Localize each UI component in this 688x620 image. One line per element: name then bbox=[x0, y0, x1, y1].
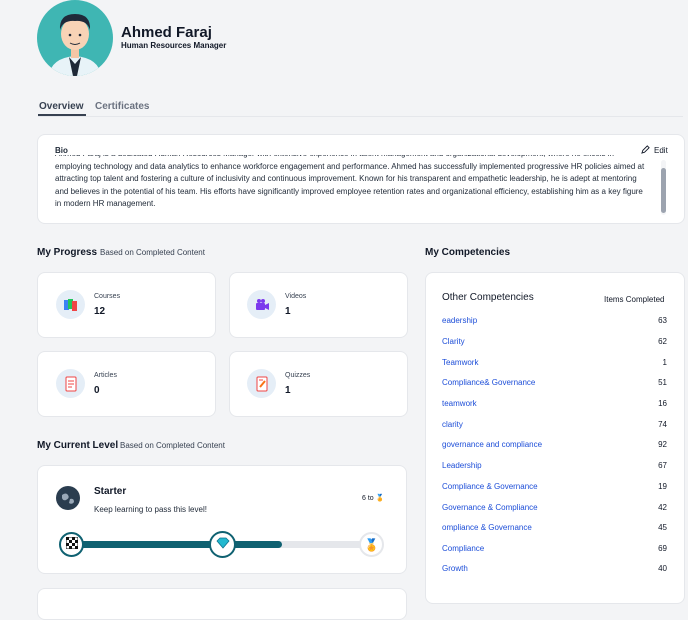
checkered-flag-icon bbox=[65, 536, 78, 554]
competency-name: ompliance & Governance bbox=[442, 523, 532, 532]
diamond-icon bbox=[215, 536, 230, 554]
stat-label: Articles bbox=[94, 372, 117, 379]
globe-icon bbox=[56, 486, 80, 510]
competency-name: governance and compliance bbox=[442, 440, 543, 449]
progress-title: My Progress bbox=[37, 247, 98, 258]
competency-count: 45 bbox=[658, 523, 667, 532]
competency-count: 62 bbox=[658, 337, 667, 346]
stat-value: 1 bbox=[285, 385, 291, 396]
competency-count: 40 bbox=[658, 564, 667, 573]
competency-count: 74 bbox=[658, 420, 667, 429]
stat-label: Courses bbox=[94, 293, 121, 300]
bio-scrollbar-thumb[interactable] bbox=[661, 168, 666, 213]
medal-icon: 🏅 bbox=[364, 537, 379, 552]
competency-row[interactable]: ompliance & Governance 45 bbox=[442, 523, 667, 532]
level-progress-fill bbox=[72, 541, 282, 548]
current-node bbox=[209, 531, 236, 558]
profile-name: Ahmed Faraj bbox=[121, 24, 212, 41]
tab-certificates[interactable]: Certificates bbox=[95, 101, 149, 112]
stat-label: Quizzes bbox=[285, 372, 311, 379]
competency-row[interactable]: Growth 40 bbox=[442, 564, 667, 573]
competency-name: Teamwork bbox=[442, 358, 479, 367]
avatar bbox=[37, 0, 113, 76]
stat-value: 0 bbox=[94, 385, 100, 396]
competency-name: Compliance & Governance bbox=[442, 482, 538, 491]
competency-name: Governance & Compliance bbox=[442, 503, 538, 512]
competency-row[interactable]: teamwork 16 bbox=[442, 399, 667, 408]
quizzes-icon bbox=[247, 369, 276, 398]
start-node bbox=[59, 532, 84, 557]
stat-label: Videos bbox=[285, 293, 307, 300]
competency-count: 19 bbox=[658, 482, 667, 491]
competencies-header: Other Competencies bbox=[442, 292, 534, 303]
competency-row[interactable]: Compliance 69 bbox=[442, 544, 667, 553]
bio-text: Ahmed Faraj is a dedicated Human Resourc… bbox=[55, 155, 645, 208]
competency-name: eadership bbox=[442, 316, 478, 325]
competency-name: clarity bbox=[442, 420, 463, 429]
videos-icon bbox=[247, 290, 276, 319]
competency-name: Leadership bbox=[442, 461, 482, 470]
competency-row[interactable]: Teamwork 1 bbox=[442, 358, 667, 367]
competency-row[interactable]: Compliance& Governance 51 bbox=[442, 378, 667, 387]
profile-role: Human Resources Manager bbox=[121, 41, 227, 50]
next-level-indicator: 6 to 🏅 bbox=[362, 494, 384, 502]
bio-title: Bio bbox=[55, 146, 68, 155]
tabs-divider bbox=[38, 116, 683, 117]
edit-label: Edit bbox=[654, 146, 668, 155]
competency-count: 92 bbox=[658, 440, 667, 449]
tab-overview[interactable]: Overview bbox=[39, 101, 83, 112]
next-level-text: 6 to bbox=[362, 495, 374, 502]
stat-value: 1 bbox=[285, 306, 291, 317]
competency-count: 16 bbox=[658, 399, 667, 408]
competency-row[interactable]: clarity 74 bbox=[442, 420, 667, 429]
articles-icon bbox=[56, 369, 85, 398]
competency-name: Compliance& Governance bbox=[442, 378, 536, 387]
next-card bbox=[37, 588, 407, 620]
competency-name: Compliance bbox=[442, 544, 485, 553]
competency-count: 51 bbox=[658, 378, 667, 387]
courses-icon bbox=[56, 290, 85, 319]
level-description: Keep learning to pass this level! bbox=[94, 505, 207, 514]
competencies-title: My Competencies bbox=[425, 247, 511, 258]
competency-count: 42 bbox=[658, 503, 667, 512]
level-name: Starter bbox=[94, 486, 127, 497]
medal-icon: 🏅 bbox=[375, 495, 385, 502]
competency-row[interactable]: Clarity 62 bbox=[442, 337, 667, 346]
competency-count: 69 bbox=[658, 544, 667, 553]
active-tab-indicator bbox=[38, 114, 86, 116]
competency-row[interactable]: eadership 63 bbox=[442, 316, 667, 325]
competency-name: Clarity bbox=[442, 337, 465, 346]
competency-row[interactable]: governance and compliance 92 bbox=[442, 440, 667, 449]
competency-row[interactable]: Leadership 67 bbox=[442, 461, 667, 470]
competency-name: teamwork bbox=[442, 399, 477, 408]
competency-count: 67 bbox=[658, 461, 667, 470]
competency-name: Growth bbox=[442, 564, 468, 573]
competency-row[interactable]: Compliance & Governance 19 bbox=[442, 482, 667, 491]
progress-subtitle: Based on Completed Content bbox=[100, 248, 205, 257]
competency-count: 1 bbox=[662, 358, 667, 367]
bio-text-container[interactable]: Ahmed Faraj is a dedicated Human Resourc… bbox=[55, 155, 651, 217]
items-completed-header: Items Completed bbox=[604, 295, 665, 304]
competency-count: 63 bbox=[658, 316, 667, 325]
level-section-title: My Current Level bbox=[37, 440, 119, 451]
competency-row[interactable]: Governance & Compliance 42 bbox=[442, 503, 667, 512]
stat-value: 12 bbox=[94, 306, 106, 317]
end-node: 🏅 bbox=[359, 532, 384, 557]
level-section-subtitle: Based on Completed Content bbox=[120, 441, 225, 450]
